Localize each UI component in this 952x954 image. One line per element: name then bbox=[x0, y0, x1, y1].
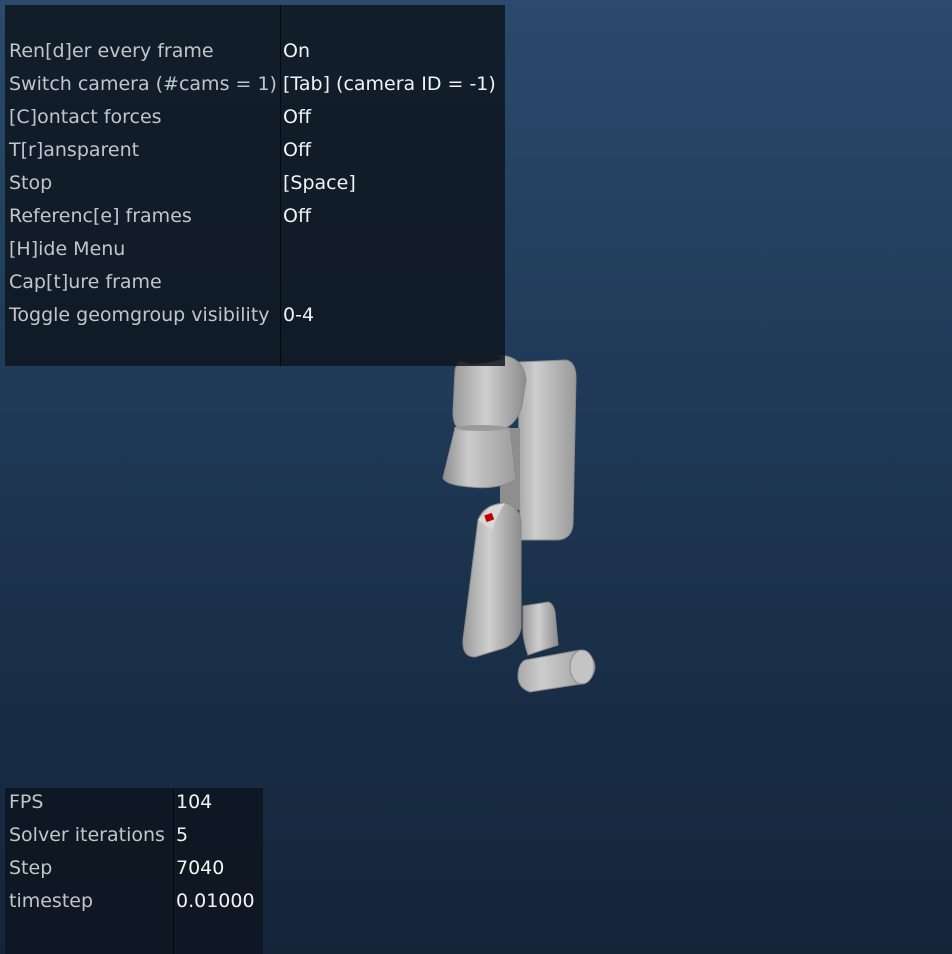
help-key: Referenc[e] frames bbox=[9, 205, 192, 227]
help-value: [Space] bbox=[283, 172, 356, 194]
help-menu-panel: Ren[d]er every frame On Switch camera (#… bbox=[5, 5, 505, 366]
simulation-info-panel: FPS 104 Solver iterations 5 Step 7040 ti… bbox=[5, 788, 263, 954]
info-row-fps: FPS 104 bbox=[5, 786, 263, 819]
info-key: timestep bbox=[9, 890, 94, 912]
help-key: [C]ontact forces bbox=[9, 106, 162, 128]
help-value: Off bbox=[283, 106, 312, 128]
help-key: Toggle geomgroup visibility bbox=[9, 304, 270, 326]
help-row-hide-menu[interactable]: [H]ide Menu bbox=[5, 233, 505, 266]
info-value: 5 bbox=[176, 824, 189, 846]
help-value: Off bbox=[283, 139, 312, 161]
info-key: Solver iterations bbox=[9, 824, 165, 846]
info-value: 104 bbox=[176, 791, 213, 813]
help-value: 0-4 bbox=[283, 304, 315, 326]
help-row-stop[interactable]: Stop [Space] bbox=[5, 167, 505, 200]
help-key: Switch camera (#cams = 1) bbox=[9, 73, 277, 95]
help-row-toggle-geomgroup[interactable]: Toggle geomgroup visibility 0-4 bbox=[5, 299, 505, 332]
info-value: 0.01000 bbox=[176, 890, 255, 912]
help-key: Stop bbox=[9, 172, 53, 194]
help-key: Cap[t]ure frame bbox=[9, 271, 162, 293]
help-key: Ren[d]er every frame bbox=[9, 40, 214, 62]
info-key: Step bbox=[9, 857, 53, 879]
help-row-switch-camera[interactable]: Switch camera (#cams = 1) [Tab] (camera … bbox=[5, 68, 505, 101]
info-row-solver-iterations: Solver iterations 5 bbox=[5, 819, 263, 852]
simulation-viewport[interactable]: Ren[d]er every frame On Switch camera (#… bbox=[0, 0, 952, 954]
help-value: [Tab] (camera ID = -1) bbox=[283, 73, 496, 95]
help-row-transparent[interactable]: T[r]ansparent Off bbox=[5, 134, 505, 167]
info-key: FPS bbox=[9, 791, 44, 813]
help-key: [H]ide Menu bbox=[9, 238, 126, 260]
help-value: On bbox=[283, 40, 310, 62]
robot-arm-model bbox=[442, 353, 596, 693]
info-value: 7040 bbox=[176, 857, 225, 879]
help-row-contact-forces[interactable]: [C]ontact forces Off bbox=[5, 101, 505, 134]
help-key: T[r]ansparent bbox=[9, 139, 140, 161]
help-row-reference-frames[interactable]: Referenc[e] frames Off bbox=[5, 200, 505, 233]
help-row-capture-frame[interactable]: Cap[t]ure frame bbox=[5, 266, 505, 299]
help-value: Off bbox=[283, 205, 312, 227]
info-row-step: Step 7040 bbox=[5, 852, 263, 885]
info-row-timestep: timestep 0.01000 bbox=[5, 885, 263, 918]
help-row-render-every-frame[interactable]: Ren[d]er every frame On bbox=[5, 35, 505, 68]
